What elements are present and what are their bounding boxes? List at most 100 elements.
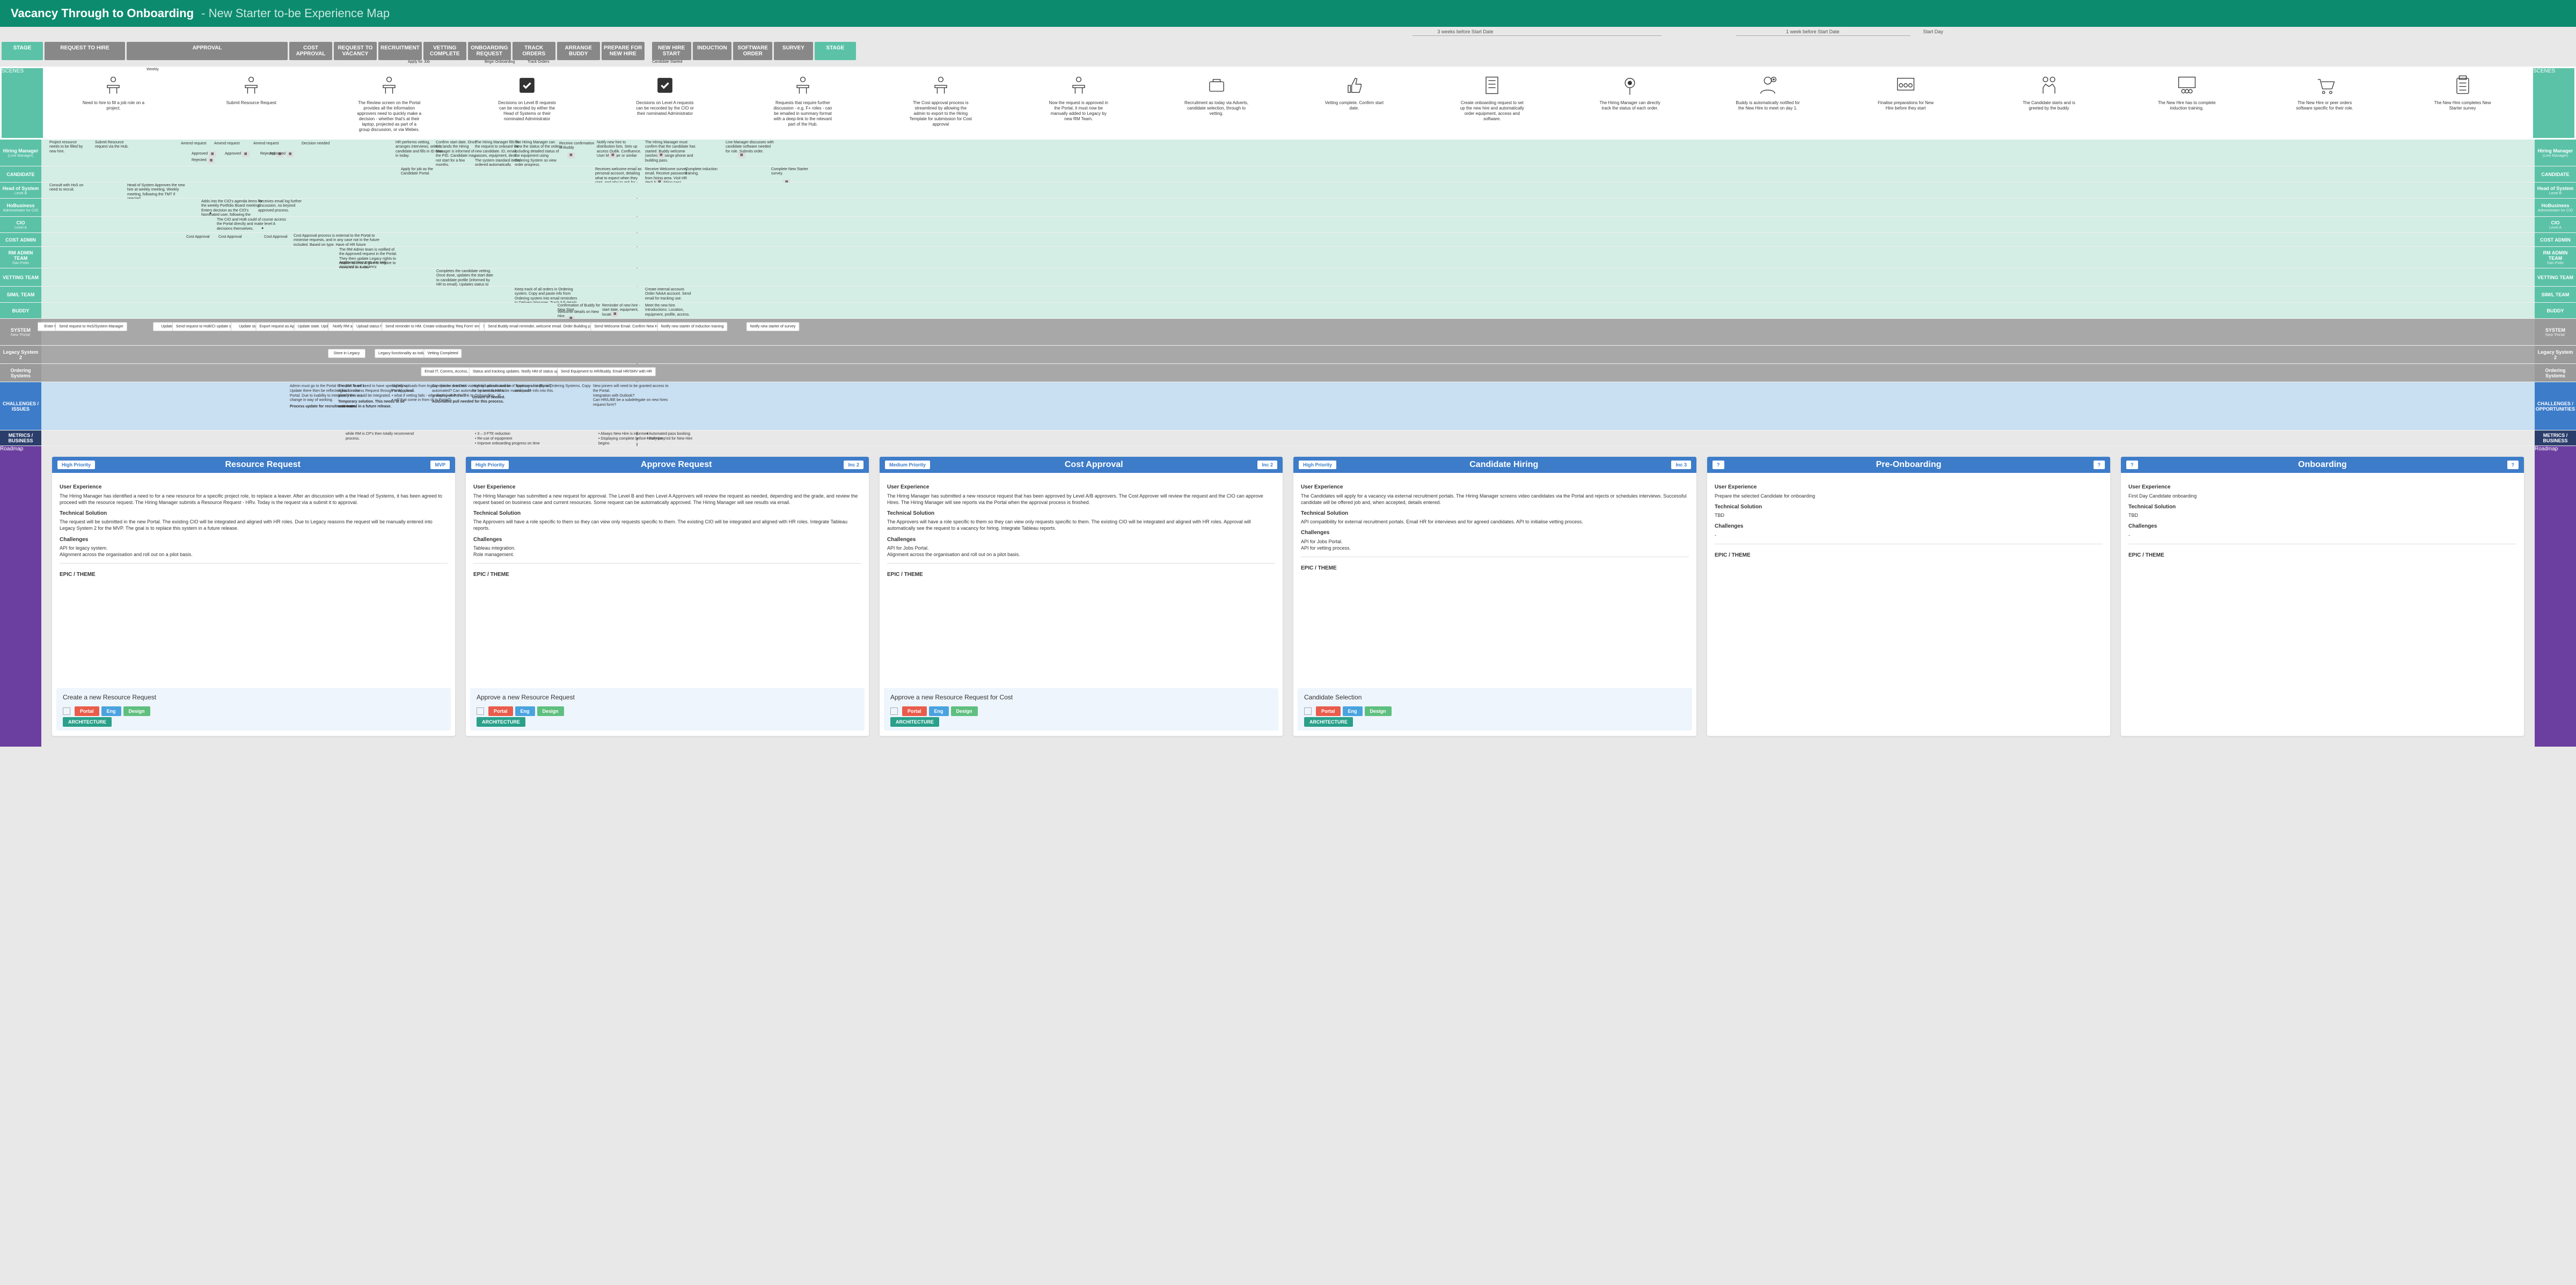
ts-text: TBD (2128, 512, 2516, 519)
lane-note: Approved ▦ (269, 150, 294, 157)
scene-text: Recruitment as today via Adverts, candid… (1184, 100, 1249, 116)
epic-heading: EPIC / THEME (473, 571, 861, 579)
lane-note: while RM is CP's then totally recommend … (346, 432, 421, 441)
lane-note: ● (261, 227, 264, 231)
chl-text: Tableau integration.Role management. (473, 545, 861, 558)
timeline-start: Start Day (1923, 29, 1943, 34)
scene-text: The New Hire has to complete induction t… (2155, 100, 2219, 111)
scene-text: Submit Resource Request (226, 100, 276, 106)
lane-label-cio-r: CIOLevel A (2535, 217, 2576, 232)
stage-software-order: SOFTWARE ORDER (733, 42, 772, 60)
chl-heading: Challenges (2128, 523, 2516, 530)
lane-note: ▦ (611, 310, 619, 317)
ux-heading: User Experience (60, 484, 448, 491)
lane-note: Project resource needs to be filled by n… (49, 141, 87, 154)
increment-badge: ? (2094, 461, 2105, 469)
lane-body-sys: Enter RequestSend request to HoS/System … (41, 319, 2535, 345)
mini-track: Track Orders (528, 60, 550, 64)
lane-label-met: METRICS / BUSINESS (0, 430, 41, 446)
lane-note: Approved ▦ (225, 150, 250, 157)
scene-text: Need to hire to fill a job role on a pro… (81, 100, 145, 111)
lane-note: Amend request (253, 142, 279, 146)
epic-checkbox[interactable] (63, 707, 70, 715)
lane-label-hm-r: Hiring Manager(Line Manager) (2535, 140, 2576, 166)
lane-note: Cost Approval (264, 235, 288, 239)
ts-heading: Technical Solution (1301, 510, 1689, 517)
lane-label-ch-r: CHALLENGES / OPPORTUNITIES (2535, 382, 2576, 430)
chl-text: - (1715, 532, 2103, 538)
lane-note: Cost Approval (186, 235, 210, 239)
lane-note: Meet the new hire. Introductions. Locati… (645, 304, 699, 317)
increment-badge: Inc 2 (844, 461, 863, 469)
lane-note: Notify new hire to distribution lists. S… (597, 141, 642, 159)
chl-heading: Challenges (1715, 523, 2103, 530)
page-header: Vacancy Through to Onboarding - New Star… (0, 0, 2576, 27)
scene-7: Now the request is approved in the Porta… (1009, 68, 1147, 138)
lane-note: • 3 – 3 FTE reduction• Re-use of equipme… (475, 432, 540, 446)
roadmap-header: High PriorityResource RequestMVP (52, 457, 455, 473)
lane-note: Tracking as today in Ordering Systems. C… (515, 384, 596, 394)
epic-heading: EPIC / THEME (2128, 552, 2516, 559)
system-card: Notify new starter of induction training (657, 322, 727, 331)
lane-note: Complete induction training. (685, 167, 728, 177)
chl-heading: Challenges (60, 536, 448, 544)
lane-body-rm: The RM Admin team is notified of the App… (41, 247, 2535, 268)
chl-heading: Challenges (887, 536, 1275, 544)
timeline: 3 weeks before Start Date 1 week before … (43, 29, 2533, 40)
stage-vetting-complete: VETTING COMPLETE (423, 42, 466, 60)
chip-portal: Portal (1316, 706, 1341, 716)
lane-note: The Hiring Manager fills in the request … (475, 141, 521, 167)
epic-checkbox[interactable] (477, 707, 484, 715)
ts-text: The Approvers will have a role specific … (887, 519, 1275, 531)
scenes-label-left: SCENES (2, 68, 43, 138)
scene-text: The New Hire completes New Starter surve… (2431, 100, 2495, 111)
lane-body-vet: Completes the candidate vetting. Once do… (41, 268, 2535, 286)
chip-portal: Portal (75, 706, 99, 716)
lane-body-sim: Keep track of all orders in Ordering sys… (41, 287, 2535, 302)
lane-note: Submit Resource request via the Hub. (95, 141, 133, 150)
lane-label-bud-r: BUDDY (2535, 303, 2576, 318)
ts-text: The request will be submitted in the new… (60, 519, 448, 531)
epic-card: Create a new Resource RequestPortalEngDe… (56, 688, 451, 731)
lane-note: Receive confirmation of Buddy (559, 142, 597, 151)
lane-note: The Hiring Manager must confirm that the… (645, 141, 696, 163)
chl-text: API for legacy system.Alignment across t… (60, 545, 448, 558)
priority-badge: High Priority (471, 461, 509, 469)
scene-0: Need to hire to fill a job role on a pro… (45, 68, 182, 138)
ux-heading: User Experience (2128, 484, 2516, 491)
lane-label-hm: Hiring Manager(Line Manager) (0, 140, 41, 166)
lane-note: Receives email log further discussion, n… (258, 200, 312, 213)
roadmap-label-right: Roadmap (2535, 446, 2576, 747)
timeline-1wk: 1 week before Start Date (1786, 29, 1840, 34)
lane-note: ▦ (609, 151, 617, 158)
epic-checkbox[interactable] (1304, 707, 1312, 715)
chl-text: API for Jobs Portal.API for vetting proc… (1301, 538, 1689, 551)
roadmap-label-left: Roadmap (0, 446, 41, 747)
epic-checkbox[interactable] (890, 707, 898, 715)
priority-badge: Medium Priority (885, 461, 930, 469)
timeline-3wk: 3 weeks before Start Date (1437, 29, 1493, 34)
scene-13: Finalise preparations for New Hire befor… (1837, 68, 1975, 138)
epic-heading: EPIC / THEME (887, 571, 1275, 579)
roadmap-header: High PriorityApprove RequestInc 2 (466, 457, 869, 473)
swimlanes: Hiring Manager(Line Manager) Project reso… (0, 140, 2576, 446)
stage-label-right: STAGE (815, 42, 856, 60)
chip-architecture: ARCHITECTURE (63, 717, 112, 727)
increment-badge: Inc 2 (1257, 461, 1277, 469)
stage-induction: INDUCTION (693, 42, 732, 60)
lane-note: Decision needed (302, 142, 330, 146)
epic-title: Create a new Resource Request (63, 693, 444, 701)
chip-eng: Eng (101, 706, 121, 716)
stage-request-to-vacancy: REQUEST TO VACANCY (334, 42, 377, 60)
lane-label-hos: Head of SystemLevel B (0, 182, 41, 198)
ux-text: The Hiring Manager has submitted a new r… (887, 493, 1275, 506)
lane-body-ch: Admin must go to the Portal to export to… (41, 382, 2535, 430)
lane-note: Complete New Starter survey. (771, 167, 814, 177)
lane-label-ch: CHALLENGES / ISSUES (0, 382, 41, 430)
ux-text: Prepare the selected Candidate for onboa… (1715, 493, 2103, 499)
scene-text: Vetting complete. Confirm start date. (1322, 100, 1386, 111)
stage-new-hire-start: NEW HIRE START (652, 42, 691, 60)
lane-label-leg: Legacy System 2 (0, 346, 41, 363)
roadmap-header: High PriorityCandidate HiringInc 3 (1293, 457, 1696, 473)
lane-label-leg-r: Legacy System 2 (2535, 346, 2576, 363)
